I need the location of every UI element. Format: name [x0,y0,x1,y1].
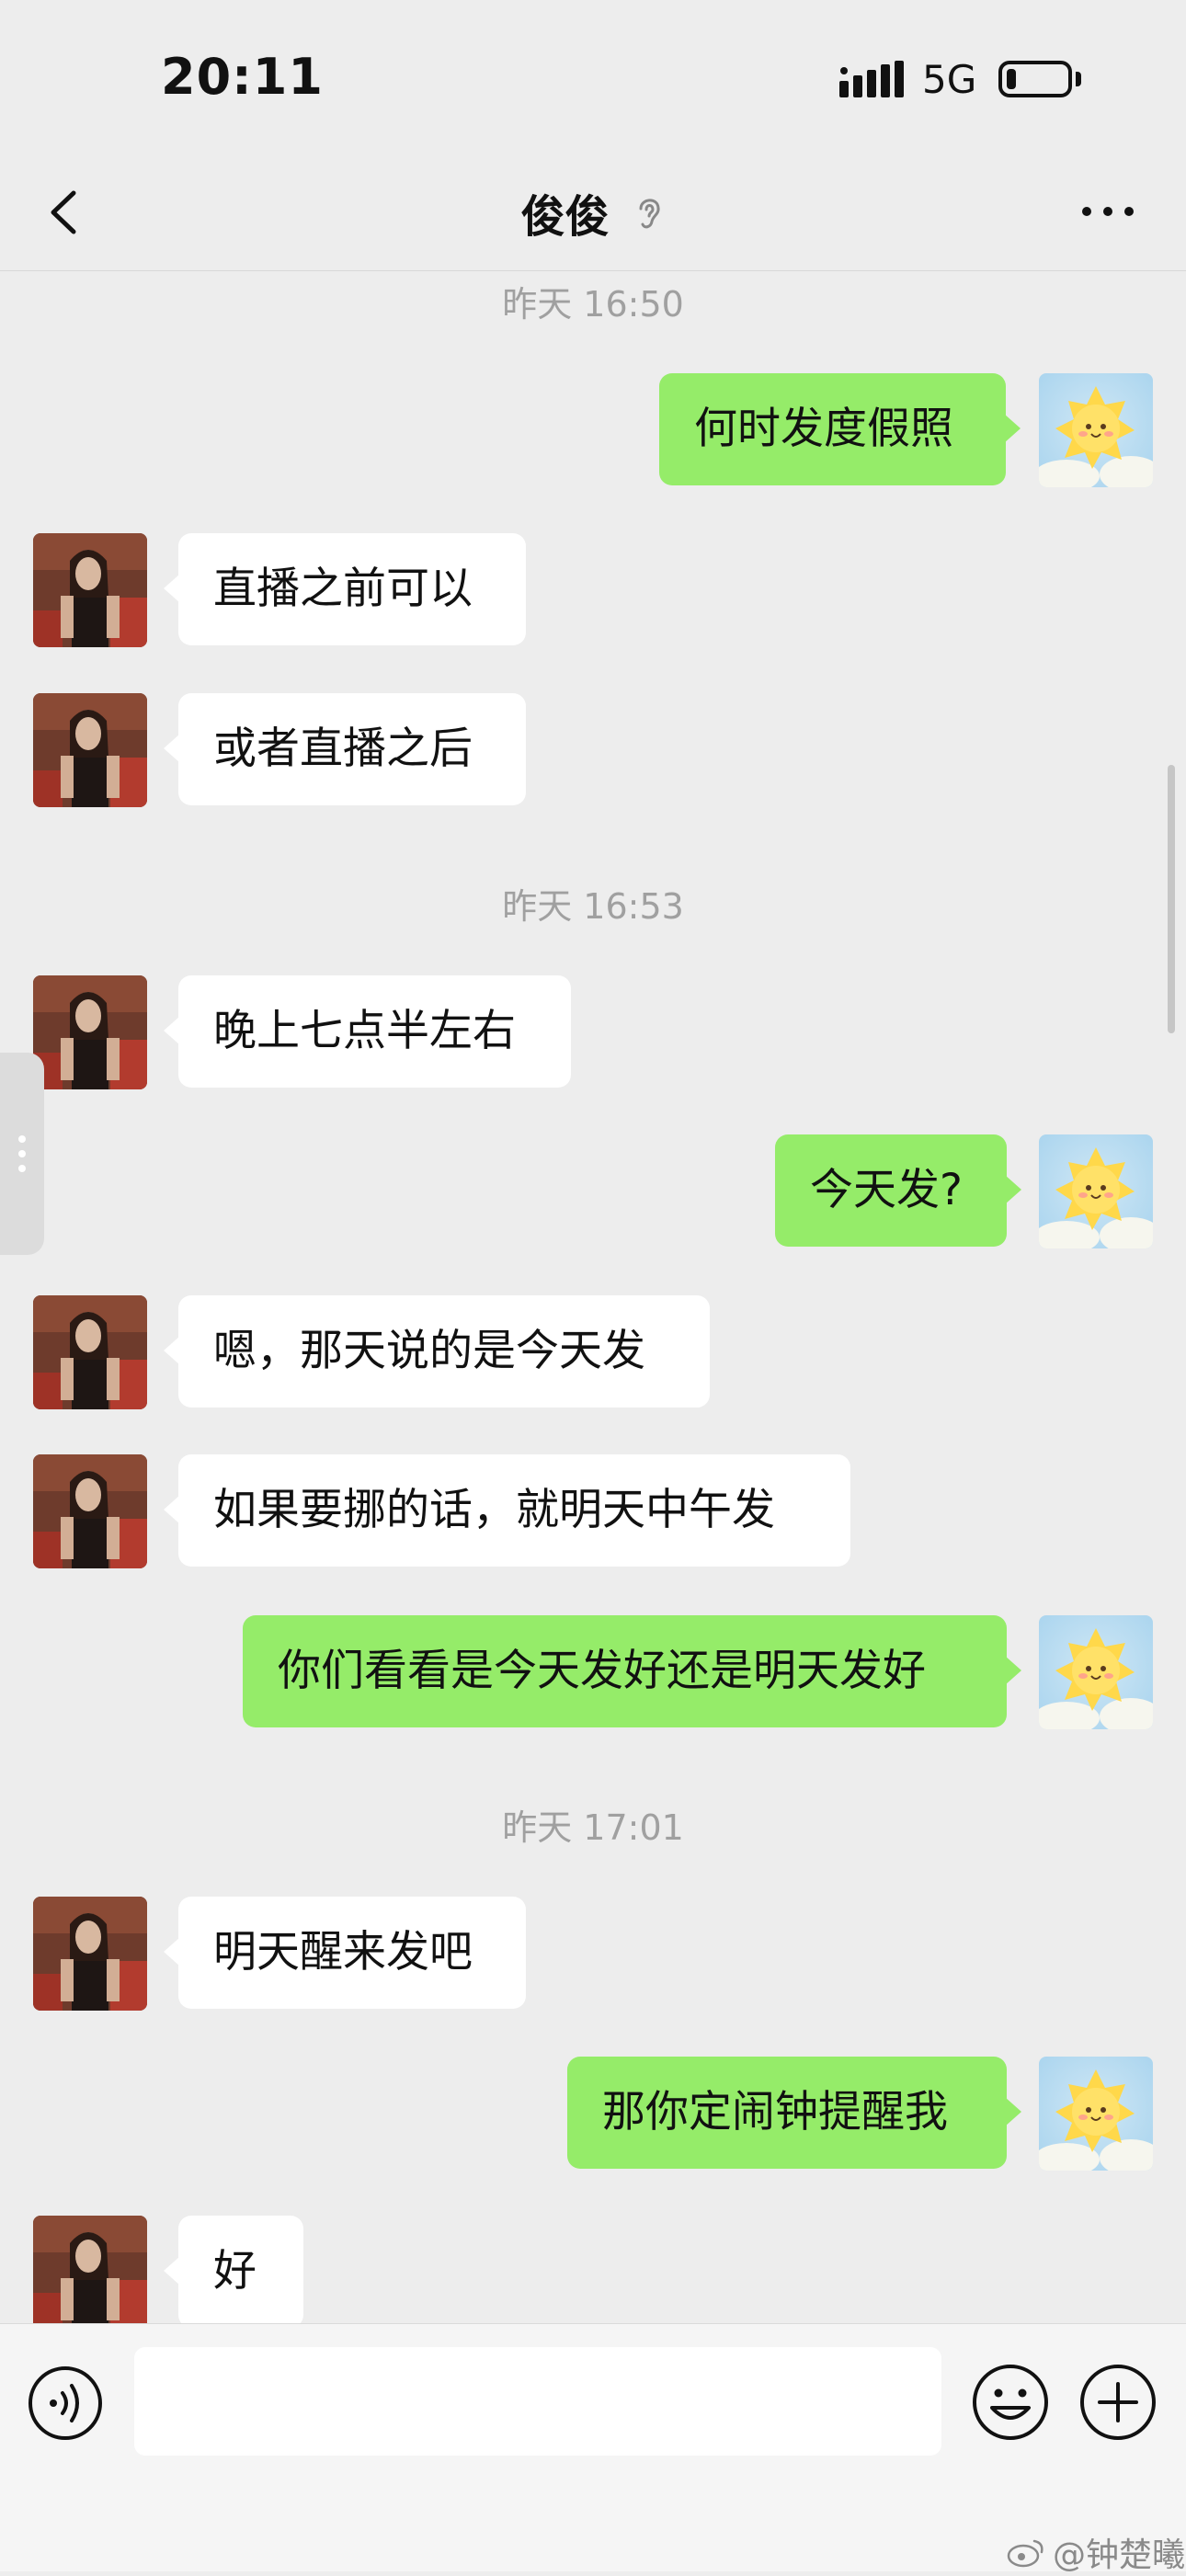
self-avatar[interactable] [1039,373,1153,487]
status-bar: 20:11 5G [0,0,1186,156]
contact-avatar[interactable] [33,693,147,807]
timestamp: 昨天 16:50 [502,284,684,325]
contact-avatar[interactable] [33,1897,147,2011]
scrollbar[interactable] [1168,765,1175,1033]
message-input[interactable] [134,2347,941,2456]
signal-icon [839,61,904,97]
message-bubble-outgoing[interactable]: 你们看看是今天发好还是明天发好 [243,1615,1021,1727]
self-avatar[interactable] [1039,1615,1153,1729]
chat-title: 俊俊 [0,180,1186,245]
emoji-icon[interactable] [970,2362,1051,2443]
contact-avatar[interactable] [33,533,147,647]
battery-icon [998,61,1072,97]
message-bubble-incoming[interactable]: 如果要挪的话，就明天中午发 [164,1454,850,1567]
message-bubble-outgoing[interactable]: 何时发度假照 [659,373,1021,485]
self-avatar[interactable] [1039,1134,1153,1248]
plus-icon[interactable] [1078,2362,1158,2443]
contact-avatar[interactable] [33,975,147,1089]
timestamp: 昨天 16:53 [502,886,684,927]
floating-side-handle[interactable] [0,1053,44,1255]
weibo-icon [1007,2539,1043,2568]
message-bubble-incoming[interactable]: 或者直播之后 [164,693,526,805]
weibo-watermark: @钟楚曦 [1007,2528,1185,2576]
nav-bar: 俊俊 [0,156,1186,271]
timestamp: 昨天 17:01 [502,1807,684,1848]
message-bubble-outgoing[interactable]: 今天发? [775,1134,1021,1247]
message-bubble-outgoing[interactable]: 那你定闹钟提醒我 [567,2057,1021,2169]
contact-avatar[interactable] [33,1454,147,1568]
message-bubble-incoming[interactable]: 直播之前可以 [164,533,526,645]
contact-avatar[interactable] [33,1295,147,1409]
message-bubble-incoming[interactable]: 明天醒来发吧 [164,1897,526,2009]
input-bar: @钟楚曦 [0,2323,1186,2574]
message-bubble-incoming[interactable]: 晚上七点半左右 [164,975,571,1088]
contact-name: 俊俊 [520,191,610,243]
message-bubble-incoming[interactable]: 嗯，那天说的是今天发 [164,1295,710,1408]
watermark-text: @钟楚曦 [1053,2536,1186,2574]
battery-cap [1076,72,1081,86]
contact-avatar[interactable] [33,2216,147,2330]
network-label: 5G [922,57,977,102]
more-options-button[interactable] [1076,193,1140,230]
status-time: 20:11 [161,48,324,106]
self-avatar[interactable] [1039,2057,1153,2171]
message-bubble-incoming[interactable]: 好 [164,2216,303,2328]
ear-icon [639,199,660,229]
voice-icon[interactable] [26,2364,105,2443]
